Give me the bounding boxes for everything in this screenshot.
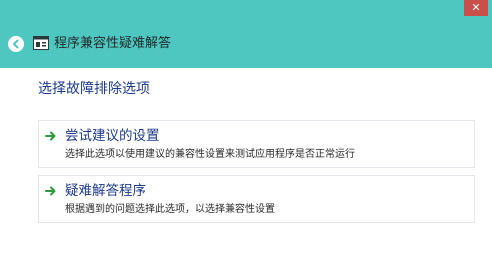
back-button[interactable] xyxy=(8,36,24,52)
option-try-recommended-settings[interactable]: 尝试建议的设置 选择此选项以使用建议的兼容性设置来测试应用程序是否正常运行 xyxy=(38,120,475,168)
page-heading: 选择故障排除选项 xyxy=(38,81,150,97)
close-button[interactable]: ✕ xyxy=(464,0,488,16)
green-arrow-icon xyxy=(45,186,56,196)
title-bar: ✕ 程序兼容性疑难解答 xyxy=(0,0,492,68)
compatibility-troubleshooter-icon xyxy=(33,36,49,50)
option-title: 尝试建议的设置 xyxy=(65,128,160,144)
option-title: 疑难解答程序 xyxy=(65,183,146,199)
green-arrow-icon xyxy=(45,131,56,141)
option-description: 选择此选项以使用建议的兼容性设置来测试应用程序是否正常运行 xyxy=(65,149,355,160)
option-description: 根据遇到的问题选择此选项，以选择兼容性设置 xyxy=(65,204,275,215)
option-troubleshoot-program[interactable]: 疑难解答程序 根据遇到的问题选择此选项，以选择兼容性设置 xyxy=(38,175,475,223)
troubleshooter-window: ✕ 程序兼容性疑难解答 选择故障排除选项 尝试建议的设置 选择此选项以使用建议的… xyxy=(0,0,492,268)
close-icon: ✕ xyxy=(471,1,481,14)
back-arrow-icon xyxy=(13,39,19,49)
window-title: 程序兼容性疑难解答 xyxy=(54,36,172,51)
